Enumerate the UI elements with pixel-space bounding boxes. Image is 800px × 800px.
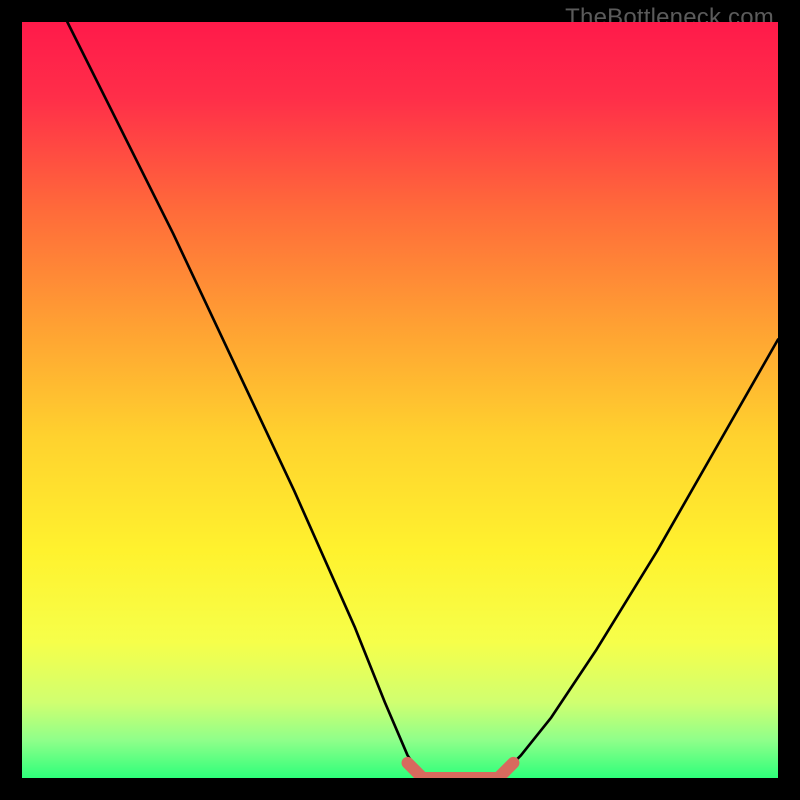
- series-curve-left: [67, 22, 422, 778]
- highlight-bottom-marker: [408, 763, 514, 778]
- series-curve-right: [498, 340, 778, 778]
- curve-layer: [22, 22, 778, 778]
- plot-area: [22, 22, 778, 778]
- chart-stage: TheBottleneck.com: [0, 0, 800, 800]
